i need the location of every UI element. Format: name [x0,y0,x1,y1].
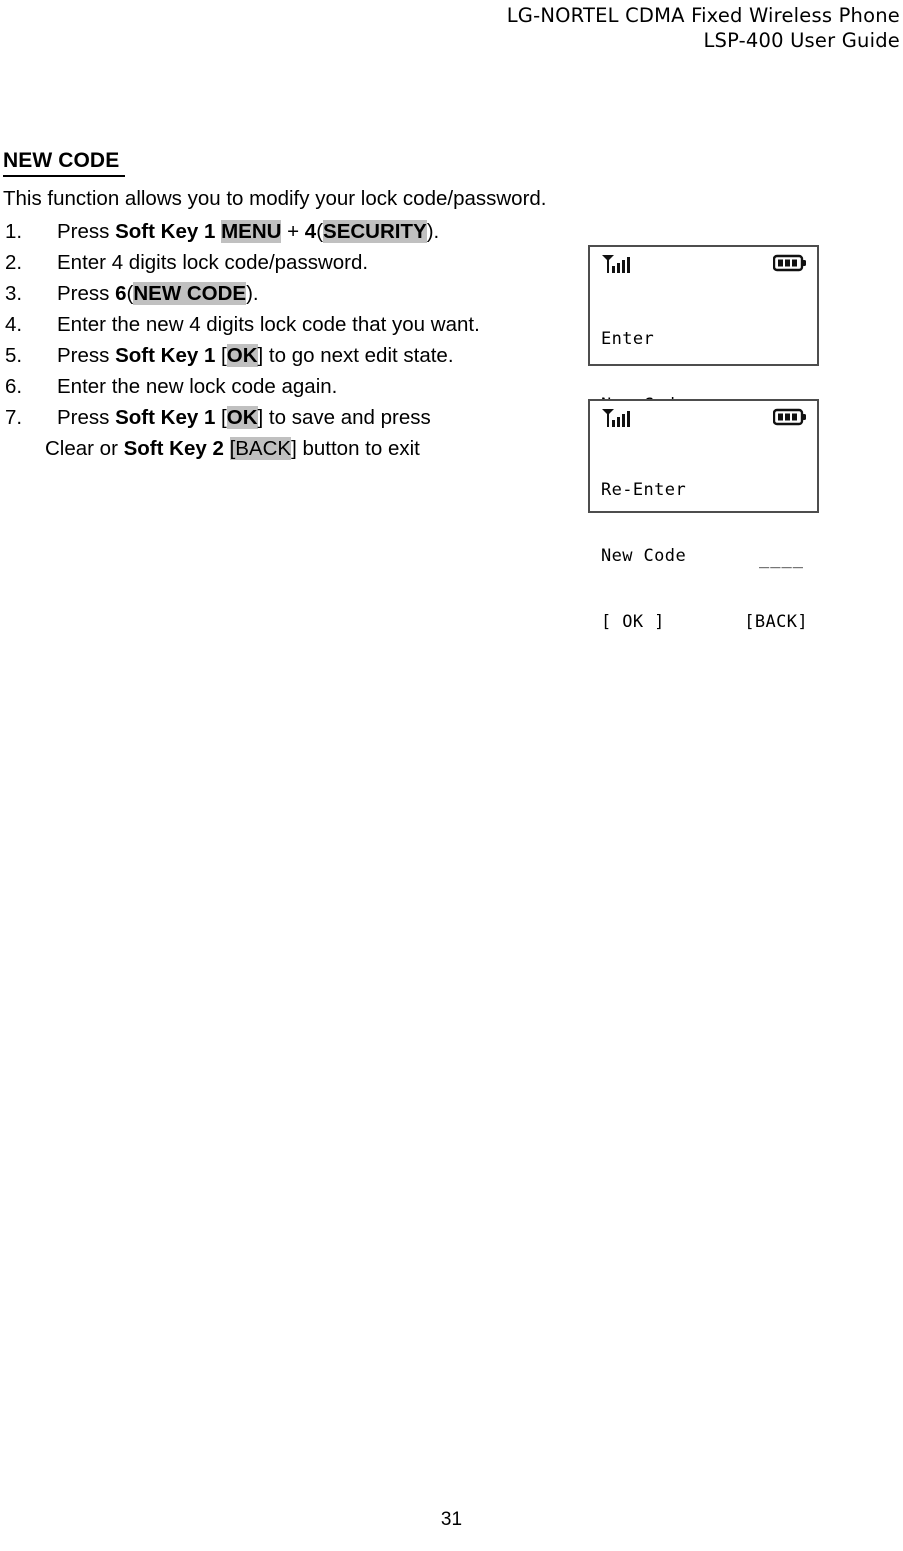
step-text-run [224,437,230,460]
lcd-text-row-1: Enter [599,328,810,350]
step-text-run: 6 [115,282,126,305]
step-text: Press Soft Key 1 [OK] to go next edit st… [57,340,583,371]
page-header: LG-NORTEL CDMA Fixed Wireless Phone LSP-… [0,0,903,53]
instruction-step: Clear or Soft Key 2 [BACK] button to exi… [3,433,583,464]
instruction-step: 3. Press 6(NEW CODE). [3,278,583,309]
step-text-run: Press [57,282,116,305]
highlighted-key-label: NEW CODE [133,282,247,305]
step-number: 6. [5,375,23,398]
lcd-text-row-1: Re-Enter [599,479,810,501]
step-text-run: Enter the new 4 digits lock code that yo… [57,313,480,336]
step-number: 4. [5,313,23,336]
step-text-run: Clear or [45,437,124,460]
lcd-line-1: Enter [601,329,655,349]
step-number: 1. [5,220,23,243]
step-text-bold: 4 [304,220,317,243]
step-text-run: Soft Key 1 [115,344,215,367]
highlighted-key-label: OK [226,406,258,429]
step-text-bold: OK [226,344,258,367]
step-number: 3. [5,282,23,305]
intro-paragraph: This function allows you to modify your … [3,187,547,210]
step-text: Press 6(NEW CODE). [57,278,583,309]
step-text-run: ] to save and press [257,406,431,429]
highlighted-key-label: MENU [221,220,282,243]
step-text-bold: NEW CODE [133,282,247,305]
header-line-product: LG-NORTEL CDMA Fixed Wireless Phone [506,4,900,27]
instruction-step: 2. Enter 4 digits lock code/password. [3,247,583,278]
step-text-bold: MENU [221,220,282,243]
signal-bars-icon [602,255,630,273]
step-text: Clear or Soft Key 2 [BACK] button to exi… [45,433,583,464]
step-text-run: Soft Key 1 [115,220,221,243]
step-text-run: ( [316,220,324,243]
lcd-text-row-2: New Code ____ [599,545,810,570]
battery-icon [773,254,806,272]
lcd-status-bar [599,252,810,278]
step-number: 7. [5,406,23,429]
step-number: 2. [5,251,23,274]
softkey-left-ok[interactable]: [ OK ] [601,611,665,633]
step-text: Enter the new lock code again. [57,371,583,402]
lcd-status-bar [599,406,810,432]
step-text-bold: 6 [115,282,127,305]
step-text-run: ). [426,220,440,243]
step-text-run: 4 [305,220,316,243]
step-text-run: ] button to exit [291,437,420,460]
step-text-bold: Soft Key 2 [123,437,224,460]
step-text-bold: SECURITY [323,220,427,243]
step-text-bold: Soft Key 1 [115,406,216,429]
step-text-run: [ [215,406,227,429]
highlighted-key-label: OK [226,344,258,367]
signal-bars-icon [602,409,630,427]
lcd-content: Re-Enter New Code ____ [ OK ] [BACK] [599,435,810,677]
step-text-run: Press [57,406,116,429]
phone-screen-enter-new-code: Enter New Code ____ [ OK ] [BACK] [588,245,819,481]
instruction-step: 1. Press Soft Key 1 MENU + 4(SECURITY). [3,216,583,247]
page-number: 31 [440,1509,463,1530]
step-text: Enter 4 digits lock code/password. [57,247,583,278]
instruction-step: 5. Press Soft Key 1 [OK] to go next edit … [3,340,583,371]
instruction-step: 7. Press Soft Key 1 [OK] to save and pres… [3,402,583,433]
page-title: NEW CODE [3,148,126,177]
header-line-guide: LSP-400 User Guide [703,29,900,52]
step-text-run: + [281,220,305,243]
instruction-step-list: 1. Press Soft Key 1 MENU + 4(SECURITY). 2.… [3,216,583,464]
step-text: Enter the new 4 digits lock code that yo… [57,309,583,340]
step-text-run: Soft Key 1 [115,406,215,429]
instruction-step: 4. Enter the new 4 digits lock code that … [3,309,583,340]
step-text-bold: Soft Key 1 [115,220,222,243]
step-text: Press Soft Key 1 [OK] to save and press [57,402,583,433]
step-text-run: Press [57,344,116,367]
softkey-right-back[interactable]: [BACK] [744,611,808,633]
lcd-softkey-row: [ OK ] [BACK] [599,611,810,633]
step-text-bold: Soft Key 1 [115,344,216,367]
step-number: 5. [5,344,23,367]
step-text-run: Enter the new lock code again. [57,375,338,398]
lcd-line-2: New Code [601,546,687,566]
highlighted-key-label: [BACK [229,437,292,460]
step-text-run: Press [57,220,116,243]
step-text-run: Soft Key 2 [124,437,224,460]
step-text-bold: OK [226,406,258,429]
lcd-line-1: Re-Enter [601,480,687,500]
phone-screen-re-enter-new-code: Re-Enter New Code ____ [ OK ] [BACK] [588,399,819,632]
battery-icon [773,408,806,426]
code-input-field[interactable]: ____ [759,548,804,570]
step-text-run: [ [215,344,227,367]
step-text-run: Enter 4 digits lock code/password. [57,251,369,274]
step-text-run: ] to go next edit state. [257,344,454,367]
highlighted-key-label: SECURITY [323,220,427,243]
step-text: Press Soft Key 1 MENU + 4(SECURITY). [57,216,583,247]
step-text-run: ). [246,282,259,305]
instruction-step: 6. Enter the new lock code again. [3,371,583,402]
